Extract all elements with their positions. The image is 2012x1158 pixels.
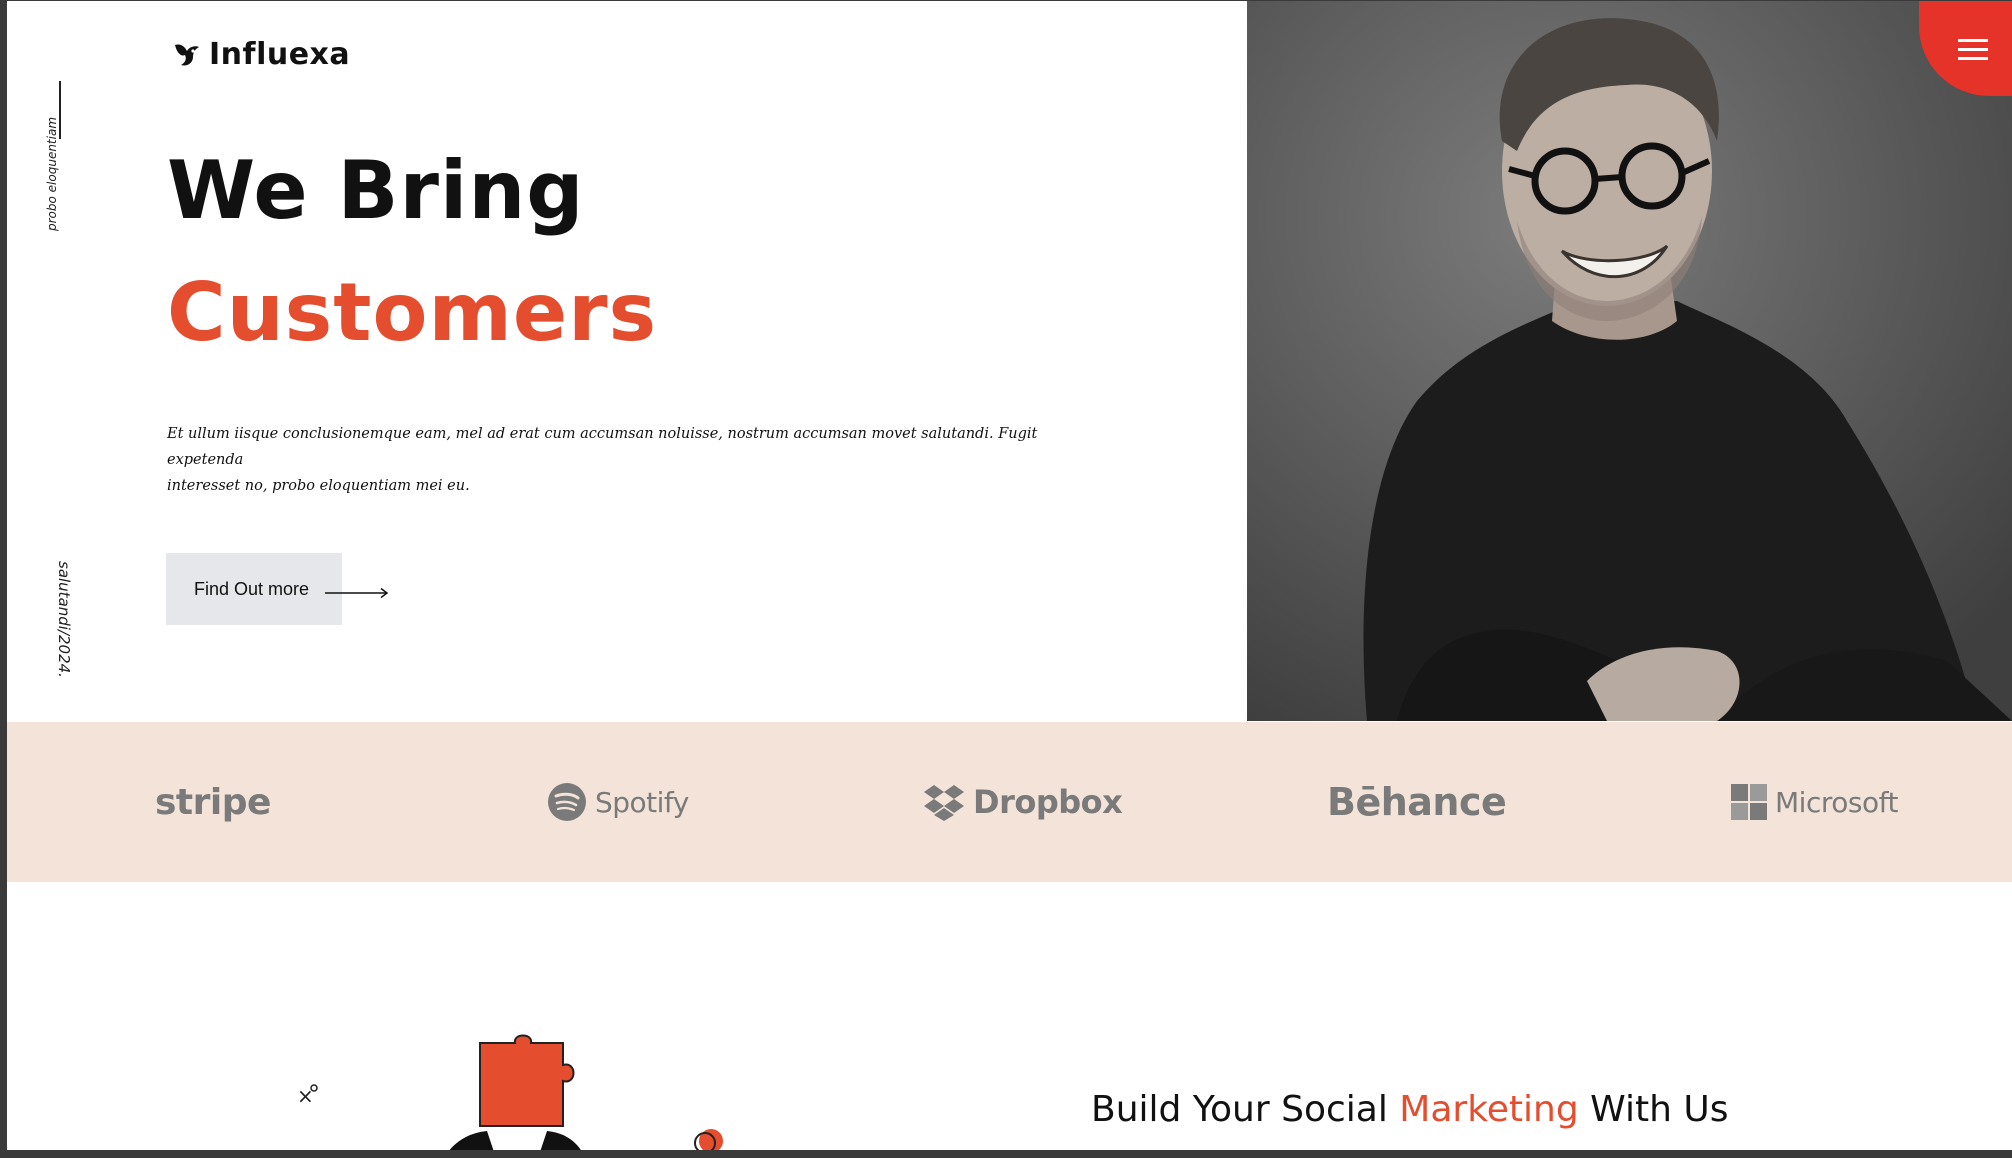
hero-description-line1: Et ullum iisque conclusionemque eam, mel…: [167, 426, 1038, 468]
dropbox-logo-icon: [924, 785, 964, 821]
partners-strip: stripe Spotify Dropbox Bēhance Microsoft: [7, 722, 2012, 882]
hero-description: Et ullum iisque conclusionemque eam, mel…: [167, 421, 1117, 499]
partner-name: Spotify: [595, 785, 689, 819]
bird-logo-icon: [175, 43, 199, 66]
hero-description-line2: interesset no, probo eloquentiam mei eu.: [167, 478, 470, 494]
partner-dropbox: Dropbox: [923, 722, 1123, 882]
page: Influexa probo eloquentiam salutandi/202…: [7, 1, 2012, 1150]
arrow-right-icon: [325, 587, 389, 599]
brand-logo[interactable]: Influexa: [171, 37, 350, 72]
cta-label: Find Out more: [194, 578, 310, 599]
partner-stripe: stripe: [155, 722, 271, 882]
hero-title-line2: Customers: [167, 266, 658, 359]
microsoft-logo-icon: [1731, 784, 1767, 820]
side-bottom-text: salutandi/2024.: [55, 561, 73, 678]
hero-title-line1: We Bring: [167, 144, 585, 237]
puzzle-illustration: ×: [297, 1034, 723, 1150]
section-title-part2: With Us: [1578, 1089, 1729, 1130]
menu-bar: [1958, 48, 1988, 51]
find-out-more-button[interactable]: Find Out more: [166, 553, 342, 625]
section-title-accent: Marketing: [1399, 1089, 1579, 1130]
partner-name: stripe: [155, 781, 271, 823]
section-title-part1: Build Your Social: [1091, 1089, 1400, 1130]
partner-behance: Bēhance: [1327, 722, 1507, 882]
side-caption-top: probo eloquentiam: [45, 81, 75, 251]
partner-spotify: Spotify: [547, 722, 689, 882]
spotify-logo-icon: [548, 783, 586, 821]
brand-name: Influexa: [209, 37, 351, 72]
side-divider: [59, 81, 61, 139]
hero-photo: [1247, 1, 2012, 721]
menu-bar: [1958, 39, 1988, 42]
section-title: Build Your Social Marketing With Us: [1091, 1089, 1728, 1130]
partner-name: Dropbox: [973, 783, 1123, 821]
menu-bar: [1958, 57, 1988, 60]
partner-microsoft: Microsoft: [1731, 722, 1898, 882]
partner-name: Bēhance: [1327, 780, 1507, 824]
partner-name: Microsoft: [1775, 785, 1898, 819]
portrait-illustration: [1247, 1, 2012, 721]
side-top-text: probo eloquentiam: [45, 116, 59, 231]
